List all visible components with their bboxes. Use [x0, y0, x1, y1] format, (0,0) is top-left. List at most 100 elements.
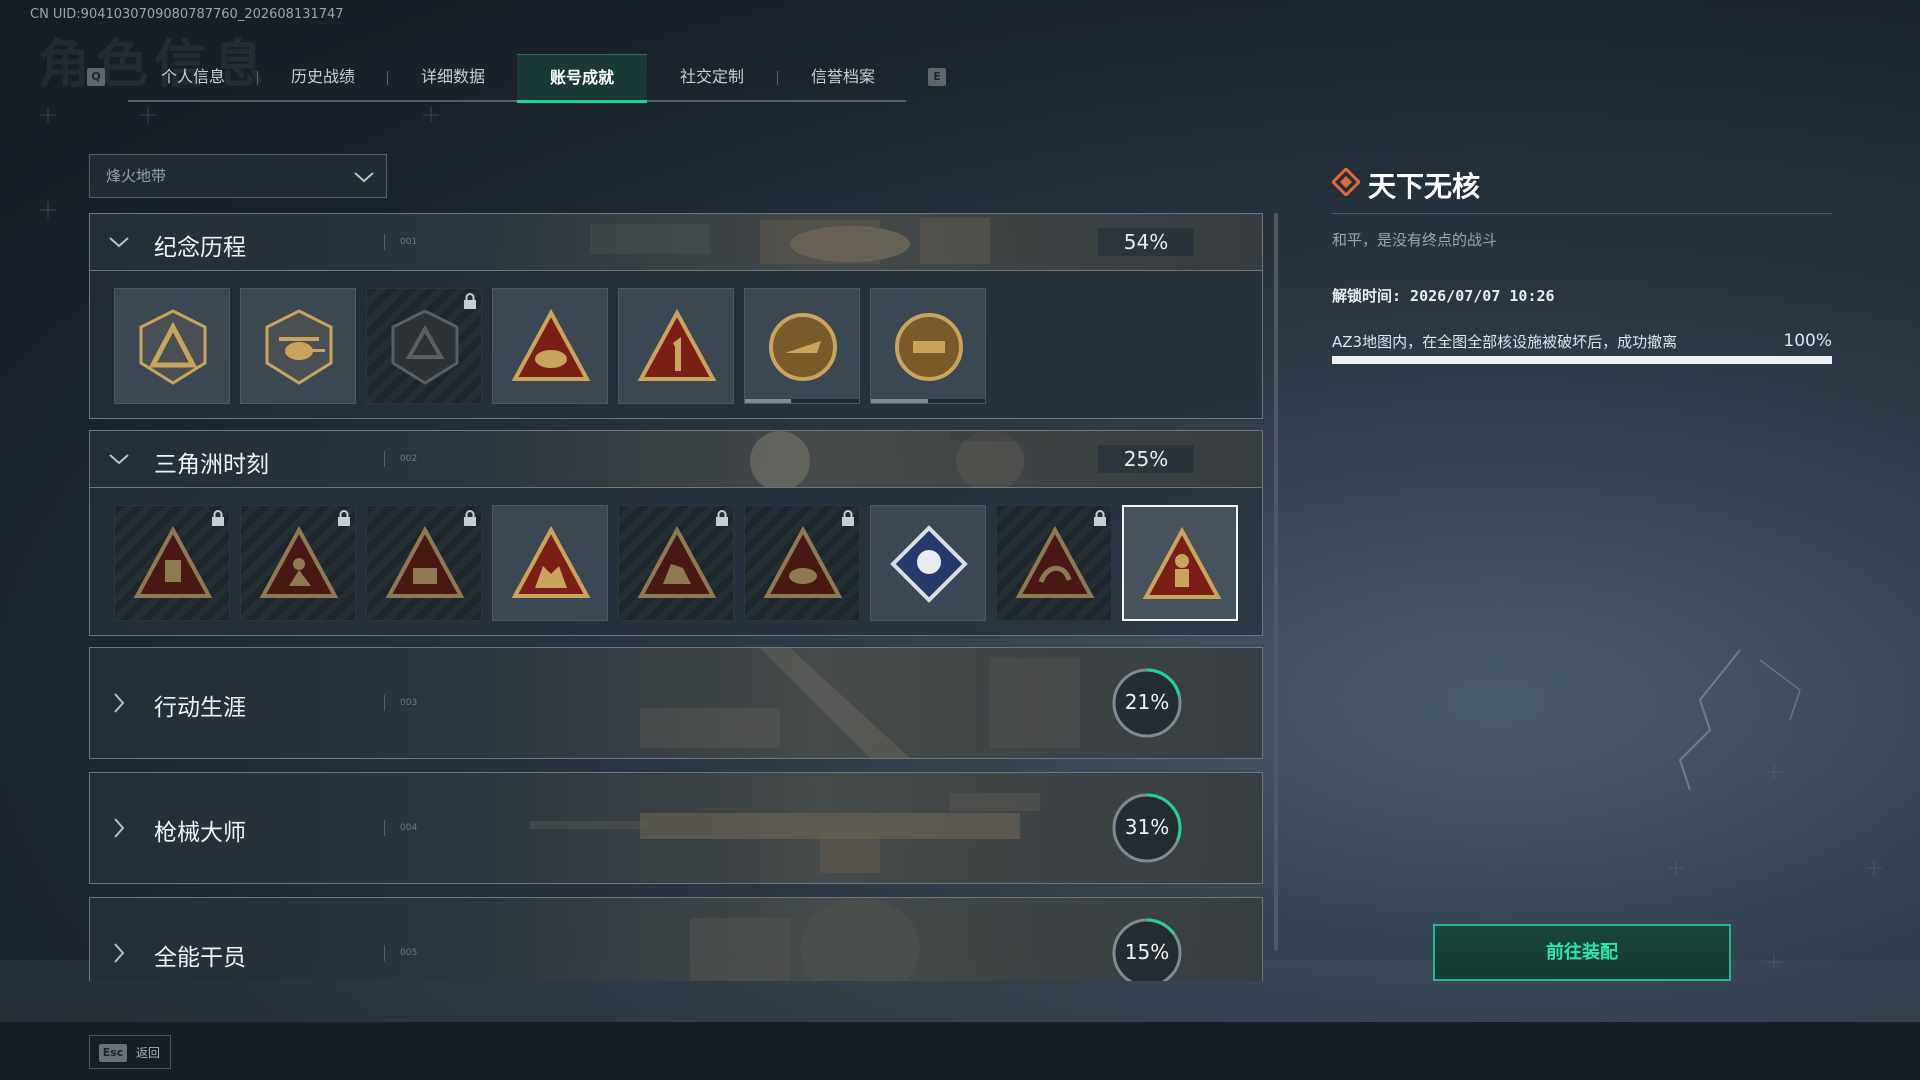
hazmat-triangle-emblem-icon — [1142, 526, 1222, 599]
section-delta-moments: 三角洲时刻 002 25% — [89, 430, 1263, 636]
section-progress-percent: 54% — [1098, 228, 1194, 256]
go-equip-button[interactable]: 前往装配 — [1433, 924, 1731, 981]
crouching-soldier-triangle-emblem-icon — [259, 525, 339, 598]
list-scrollbar[interactable] — [1274, 213, 1278, 951]
lock-icon — [338, 510, 350, 526]
achievement-condition-percent: 100% — [1783, 331, 1832, 351]
number-one-triangle-emblem-icon — [637, 308, 717, 381]
section-progress-percent: 15% — [1124, 940, 1170, 964]
bird-triangle-emblem-icon — [511, 308, 591, 381]
section-all-round-operator: 全能干员 005 15% — [89, 897, 1263, 981]
achievement-diamond-icon — [1332, 168, 1360, 196]
tab-credit-record[interactable]: 信誉档案 — [778, 54, 908, 100]
badge-progress-bar — [745, 399, 859, 403]
bird-dark-triangle-emblem-icon — [763, 525, 843, 598]
section-number: 005 — [400, 948, 418, 958]
badge-tile[interactable] — [618, 505, 734, 621]
badge-tile[interactable] — [240, 505, 356, 621]
section-memorial: 纪念历程 001 54% — [89, 213, 1263, 419]
section-header[interactable]: 行动生涯 003 21% — [90, 648, 1262, 758]
badge-tile-selected[interactable] — [1122, 505, 1238, 621]
badge-tile[interactable] — [744, 505, 860, 621]
squad-triangle-emblem-icon — [511, 525, 591, 598]
unlock-time: 解锁时间: 2026/07/07 10:26 — [1332, 287, 1555, 305]
detail-divider — [1332, 213, 1832, 214]
chevron-right-icon — [114, 943, 125, 963]
badge-progress-bar — [871, 399, 985, 403]
achievement-condition: AZ3地图内，在全图全部核设施被破坏后，成功撤离 — [1332, 333, 1678, 351]
badge-tile[interactable] — [366, 505, 482, 621]
delta-force-2026-emblem-icon — [895, 313, 963, 381]
delta-shield-emblem-icon — [139, 309, 207, 385]
section-header[interactable]: 枪械大师 004 31% — [90, 773, 1262, 883]
back-label: 返回 — [136, 1046, 161, 1060]
section-title: 行动生涯 — [154, 695, 246, 721]
badge-tile[interactable] — [744, 288, 860, 404]
badge-tile[interactable] — [870, 505, 986, 621]
tab-detailed-data[interactable]: 详细数据 — [388, 54, 518, 100]
badge-tile[interactable] — [870, 288, 986, 404]
tab-account-achievements[interactable]: 账号成就 — [517, 54, 647, 103]
section-title: 全能干员 — [154, 945, 246, 971]
section-divider — [384, 451, 385, 467]
lock-icon — [212, 510, 224, 526]
lock-icon — [464, 293, 476, 309]
badge-tile[interactable] — [492, 505, 608, 621]
badge-tile[interactable] — [114, 505, 230, 621]
achievement-description: 和平，是没有终点的战斗 — [1332, 231, 1498, 249]
chevron-right-icon — [114, 693, 125, 713]
chevron-down-icon — [109, 454, 129, 465]
mode-dropdown-value: 烽火地带 — [106, 167, 167, 185]
section-number: 001 — [400, 237, 418, 247]
tab-next-key-hint[interactable]: E — [928, 68, 946, 86]
achievement-progress-bar — [1332, 356, 1832, 364]
chevron-down-icon — [109, 237, 129, 248]
achievement-title: 天下无核 — [1368, 170, 1481, 203]
section-header[interactable]: 全能干员 005 15% — [90, 898, 1262, 981]
section-progress-percent: 21% — [1124, 690, 1170, 714]
section-progress-percent: 25% — [1098, 445, 1194, 473]
section-progress-percent: 31% — [1124, 815, 1170, 839]
tab-personal-info[interactable]: 个人信息 — [128, 54, 258, 100]
badge-tile[interactable] — [996, 505, 1112, 621]
lock-icon — [464, 510, 476, 526]
badge-tile[interactable] — [492, 288, 608, 404]
tab-bar: 个人信息 历史战绩 详细数据 账号成就 社交定制 信誉档案 — [128, 54, 908, 103]
lock-icon — [716, 510, 728, 526]
dragon-triangle-emblem-icon — [1015, 525, 1095, 598]
lock-icon — [1094, 510, 1106, 526]
beast-triangle-emblem-icon — [637, 525, 717, 598]
badge-tile[interactable] — [618, 288, 734, 404]
section-title: 纪念历程 — [154, 235, 246, 261]
section-number: 002 — [400, 454, 418, 464]
badge-tile[interactable] — [114, 288, 230, 404]
achievement-progress-fill — [1332, 356, 1832, 364]
badge-progress-fill — [871, 399, 928, 403]
badge-progress-fill — [745, 399, 791, 403]
rose-diamond-emblem-icon — [890, 525, 968, 603]
section-number: 004 — [400, 823, 418, 833]
tab-match-history[interactable]: 历史战绩 — [258, 54, 388, 100]
section-divider — [384, 945, 385, 961]
back-button[interactable]: Esc 返回 — [89, 1035, 171, 1069]
delta-force-round-emblem-icon — [769, 313, 837, 381]
badge-tile[interactable] — [366, 288, 482, 404]
section-number: 003 — [400, 698, 418, 708]
section-operation-career: 行动生涯 003 21% — [89, 647, 1263, 759]
helicopter-shield-emblem-icon — [265, 309, 333, 385]
mode-dropdown[interactable]: 烽火地带 — [89, 154, 387, 198]
section-divider — [384, 820, 385, 836]
lock-icon — [842, 510, 854, 526]
section-title: 三角洲时刻 — [154, 452, 269, 478]
tab-social-customization[interactable]: 社交定制 — [647, 54, 777, 100]
section-divider — [384, 695, 385, 711]
section-header[interactable]: 三角洲时刻 002 25% — [90, 431, 1262, 488]
chevron-down-icon — [354, 172, 374, 183]
chest-triangle-emblem-icon — [385, 525, 465, 598]
section-header[interactable]: 纪念历程 001 54% — [90, 214, 1262, 271]
esc-key-hint: Esc — [99, 1044, 127, 1062]
badge-tile[interactable] — [240, 288, 356, 404]
tab-prev-key-hint[interactable]: Q — [87, 68, 105, 86]
section-weapon-master: 枪械大师 004 31% — [89, 772, 1263, 884]
chevron-right-icon — [114, 818, 125, 838]
